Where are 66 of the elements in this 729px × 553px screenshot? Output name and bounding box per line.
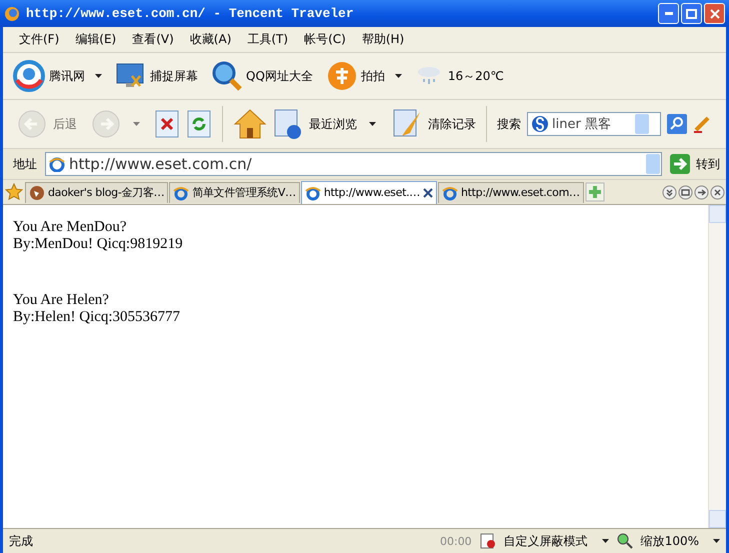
menu-item[interactable]: 编辑(E) — [67, 31, 124, 48]
toolbar-button[interactable]: 捕捉屏幕 — [150, 68, 198, 84]
refresh-icon[interactable] — [186, 109, 212, 139]
block-icon — [480, 533, 496, 549]
minimize-icon — [664, 12, 672, 15]
close-icon[interactable] — [710, 184, 725, 200]
menu-item[interactable]: 帐号(C) — [296, 31, 354, 48]
menu-item[interactable]: 文件(F) — [11, 31, 68, 48]
monitor-icon — [116, 62, 146, 90]
address-label: 地址 — [13, 156, 37, 172]
zoom-icon — [616, 533, 633, 549]
browser-tab[interactable]: 简单文件管理系统V… — [169, 182, 300, 202]
maximize-button[interactable] — [681, 3, 702, 24]
menu-item[interactable]: 帮助(H) — [354, 31, 412, 48]
go-button[interactable]: 转到 — [696, 156, 720, 172]
page-text: You Are Helen? — [13, 292, 110, 309]
recent-button[interactable]: 最近浏览 — [309, 116, 357, 132]
browser-tab[interactable]: daoker's blog-金刀客… — [25, 182, 168, 202]
pencil-icon[interactable] — [693, 115, 711, 133]
caret-icon[interactable] — [602, 539, 609, 543]
browser-tab[interactable]: http://www.eset.… — [300, 180, 437, 204]
pin-icon[interactable] — [694, 184, 709, 200]
caret-icon[interactable] — [95, 74, 102, 78]
search-box[interactable]: liner 黑客 — [527, 112, 661, 136]
clear-history-button[interactable]: 清除记录 — [428, 116, 476, 132]
window-title: http://www.eset.com.cn/ - Tencent Traveler — [26, 6, 355, 21]
filter-mode-button[interactable]: 自定义屏蔽模式 — [504, 532, 588, 550]
badge-icon — [326, 61, 357, 91]
menu-item[interactable]: 收藏(A) — [182, 31, 240, 48]
stop-icon[interactable] — [154, 109, 180, 139]
toolbar-button[interactable]: 腾讯网 — [49, 68, 85, 84]
logo-icon — [13, 60, 45, 92]
star-icon[interactable] — [4, 182, 24, 202]
toolbar-button[interactable]: QQ网址大全 — [246, 68, 313, 84]
close-icon — [710, 8, 720, 18]
address-bar[interactable]: http://www.eset.com.cn/ — [45, 152, 662, 176]
page-text: By:Helen! Qicq:305536777 — [13, 309, 182, 326]
home-icon[interactable] — [233, 108, 267, 140]
weather-text: 16～20℃ — [448, 68, 504, 84]
search-icon[interactable] — [667, 114, 687, 134]
status-text: 完成 — [9, 532, 34, 550]
toolbar-button[interactable]: 拍拍 — [360, 68, 385, 84]
browser-icon — [4, 6, 20, 22]
go-icon — [670, 154, 690, 174]
window-icon[interactable] — [678, 184, 693, 200]
close-icon[interactable] — [422, 188, 433, 198]
caret-icon[interactable] — [713, 539, 720, 543]
close-button[interactable] — [704, 3, 725, 24]
magnifier-icon — [212, 61, 242, 91]
search-label: 搜索 — [497, 116, 521, 132]
minimize-button[interactable] — [658, 3, 679, 24]
zoom-button[interactable]: 缩放100% — [640, 532, 699, 550]
search-engine-icon[interactable] — [531, 115, 549, 133]
maximize-icon — [686, 8, 697, 18]
caret-icon[interactable] — [394, 74, 402, 78]
scrollbar[interactable] — [708, 205, 726, 528]
caret-icon[interactable] — [369, 122, 376, 126]
time-text: 00:00 — [440, 534, 472, 548]
page-text: You Are MenDou? — [13, 219, 128, 236]
menu-item[interactable]: 查看(V) — [124, 31, 182, 48]
tab-list-icon[interactable] — [662, 184, 677, 200]
browser-tab[interactable]: http://www.eset.com… — [438, 182, 584, 202]
page-text: By:MenDou! Qicq:9819219 — [13, 236, 184, 253]
history-icon — [273, 108, 303, 140]
globe-icon — [29, 184, 45, 200]
menu-item[interactable]: 工具(T) — [239, 31, 296, 48]
